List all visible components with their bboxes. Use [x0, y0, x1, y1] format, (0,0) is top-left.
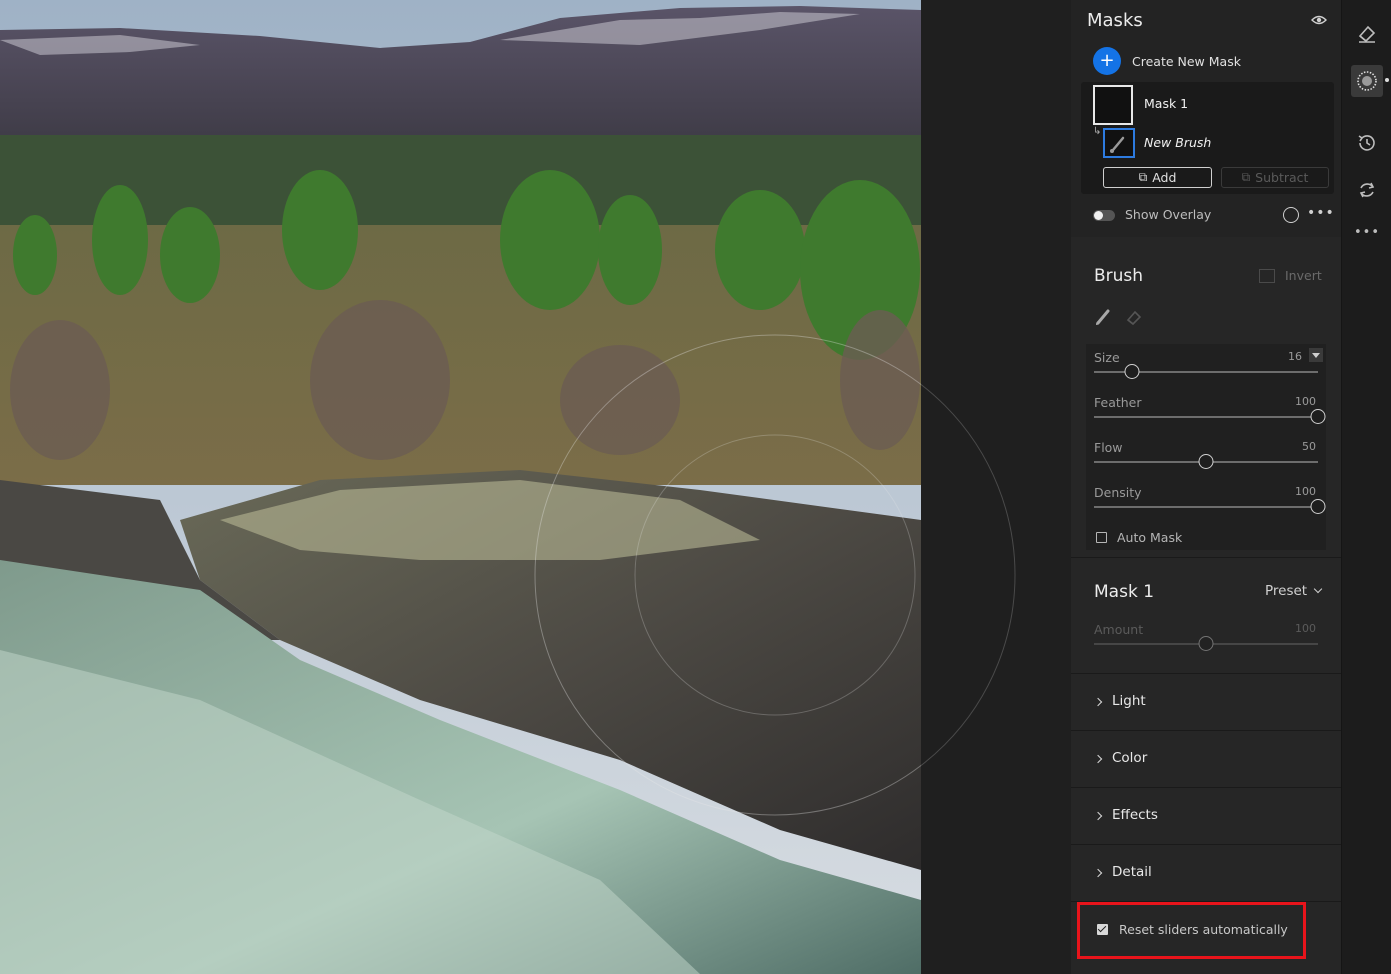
preset-dropdown[interactable]: Preset [1265, 583, 1323, 599]
subtract-label: Subtract [1255, 170, 1309, 185]
size-value[interactable]: 16 [1288, 350, 1302, 363]
chevron-down-icon [1313, 584, 1323, 594]
feather-value[interactable]: 100 [1295, 395, 1316, 408]
size-slider[interactable]: Size 16 [1094, 348, 1323, 390]
sub-item-arrow-icon: ↳ [1093, 126, 1102, 137]
history-icon [1358, 135, 1375, 151]
feather-slider[interactable]: Feather 100 [1094, 395, 1326, 435]
landscape-photo [0, 0, 921, 974]
paint-brush-icon[interactable] [1093, 307, 1113, 327]
brush-icon [1110, 136, 1125, 153]
amount-value: 100 [1295, 622, 1316, 635]
canvas-background [921, 0, 1071, 974]
amount-knob [1198, 636, 1214, 651]
section-divider [1071, 901, 1341, 902]
brush-component-thumbnail[interactable] [1103, 128, 1135, 158]
plus-icon: + [1093, 47, 1121, 75]
healing-tool[interactable] [1354, 20, 1380, 46]
density-slider[interactable]: Density 100 [1094, 485, 1326, 525]
light-section[interactable]: Light [1071, 673, 1341, 729]
eraser-icon[interactable] [1124, 307, 1144, 327]
flow-slider[interactable]: Flow 50 [1094, 440, 1318, 480]
brush-title: Brush [1094, 266, 1144, 286]
create-new-mask-label: Create New Mask [1132, 53, 1241, 69]
feather-track[interactable] [1094, 416, 1318, 418]
section-divider [1071, 557, 1341, 558]
right-toolstrip: ••• [1341, 0, 1391, 974]
sync-icon [1359, 182, 1375, 198]
density-knob[interactable] [1310, 499, 1326, 514]
more-icon: ••• [1354, 224, 1381, 240]
subtract-button[interactable]: ⧉ Subtract [1221, 167, 1329, 188]
feather-label: Feather [1094, 395, 1142, 410]
masks-header: Masks + Create New Mask Mask 1 ↳ New Bru… [1071, 0, 1341, 237]
mask-name[interactable]: Mask 1 [1144, 96, 1188, 111]
mask-list: Mask 1 ↳ New Brush ⧉ Add ⧉ Subtract [1081, 82, 1334, 194]
auto-mask-label: Auto Mask [1117, 530, 1183, 545]
light-label: Light [1112, 693, 1146, 709]
invert-label: Invert [1285, 268, 1322, 283]
detail-label: Detail [1112, 864, 1152, 880]
sync-tool[interactable] [1354, 177, 1380, 203]
density-track[interactable] [1094, 506, 1318, 508]
size-label: Size [1094, 350, 1120, 365]
auto-mask-box[interactable] [1096, 532, 1107, 543]
overlay-color-swatch[interactable] [1283, 207, 1299, 223]
masks-panel: Masks + Create New Mask Mask 1 ↳ New Bru… [1071, 0, 1341, 974]
color-section[interactable]: Color [1071, 730, 1341, 786]
show-overlay-toggle[interactable] [1093, 210, 1115, 221]
density-label: Density [1094, 485, 1142, 500]
photo-canvas[interactable] [0, 0, 921, 974]
subtract-mask-icon: ⧉ [1241, 170, 1251, 184]
mask-thumbnail[interactable] [1093, 85, 1133, 125]
mask-section-title: Mask 1 [1094, 582, 1155, 602]
chevron-right-icon [1093, 811, 1103, 821]
brush-cursor-outline [921, 383, 1016, 767]
feather-knob[interactable] [1310, 409, 1326, 424]
add-mask-icon: ⧉ [1138, 170, 1148, 184]
invert-icon [1259, 268, 1275, 283]
preset-label: Preset [1265, 583, 1308, 599]
auto-mask-checkbox[interactable]: Auto Mask [1096, 530, 1182, 545]
add-label: Add [1152, 170, 1177, 185]
flow-value[interactable]: 50 [1302, 440, 1316, 453]
reset-sliders-box[interactable] [1097, 924, 1108, 935]
create-new-mask-button[interactable]: + Create New Mask [1093, 46, 1241, 76]
masking-tool[interactable] [1351, 65, 1389, 97]
show-overlay-label: Show Overlay [1125, 207, 1212, 222]
reset-sliders-label: Reset sliders automatically [1119, 922, 1288, 937]
brush-component-name[interactable]: New Brush [1144, 135, 1211, 150]
brush-sliders: Size 16 Feather 100 Flow 50 Density 100 … [1086, 344, 1326, 550]
amount-label: Amount [1094, 622, 1144, 637]
invert-control[interactable]: Invert [1259, 268, 1322, 283]
chevron-right-icon [1093, 868, 1103, 878]
history-tool[interactable] [1354, 130, 1380, 156]
flow-knob[interactable] [1198, 454, 1214, 469]
chevron-right-icon [1093, 697, 1103, 707]
eye-icon[interactable] [1311, 14, 1327, 26]
active-indicator [1385, 78, 1389, 82]
masks-title: Masks [1087, 10, 1143, 31]
effects-section[interactable]: Effects [1071, 787, 1341, 843]
effects-label: Effects [1112, 807, 1158, 823]
chevron-right-icon [1093, 754, 1103, 764]
masking-icon [1357, 71, 1377, 91]
detail-section[interactable]: Detail [1071, 844, 1341, 900]
flow-label: Flow [1094, 440, 1123, 455]
more-options-icon[interactable]: ••• [1307, 205, 1335, 221]
reset-sliders-checkbox[interactable]: Reset sliders automatically [1097, 922, 1288, 937]
show-overlay-row: Show Overlay ••• [1093, 205, 1335, 225]
more-tool[interactable]: ••• [1354, 219, 1380, 245]
size-dropdown-icon[interactable] [1309, 348, 1323, 362]
amount-slider: Amount 100 [1094, 622, 1318, 662]
density-value[interactable]: 100 [1295, 485, 1316, 498]
add-button[interactable]: ⧉ Add [1103, 167, 1212, 188]
eraser-icon [1358, 25, 1376, 43]
size-knob[interactable] [1124, 364, 1140, 379]
color-label: Color [1112, 750, 1148, 766]
